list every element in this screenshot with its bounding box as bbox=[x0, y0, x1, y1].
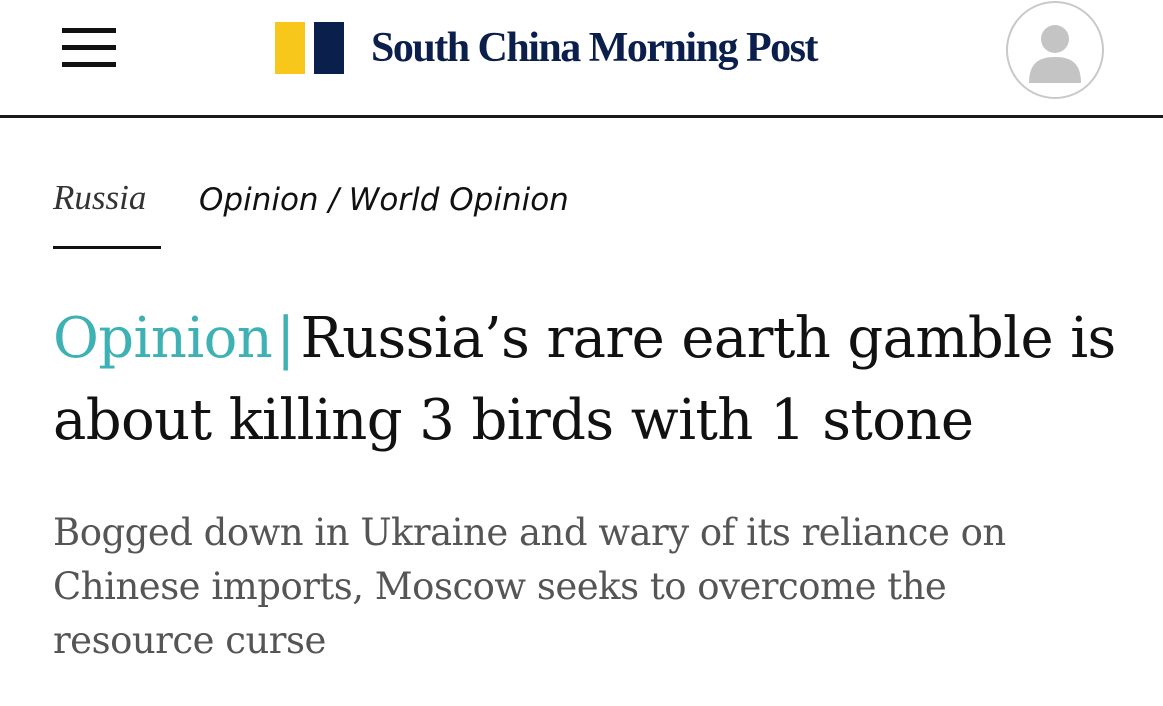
breadcrumb-subsection-link[interactable]: World Opinion bbox=[349, 182, 569, 218]
site-header: South China Morning Post bbox=[0, 0, 1163, 118]
breadcrumb-section-link[interactable]: Opinion bbox=[199, 182, 319, 218]
breadcrumb-separator: / bbox=[328, 182, 349, 218]
article-headline: Opinion| Russia’s rare earth gamble is ab… bbox=[53, 298, 1123, 462]
article-summary: Bogged down in Ukraine and wary of its r… bbox=[53, 511, 1006, 662]
topic-underline bbox=[53, 246, 161, 249]
opinion-label: Opinion bbox=[53, 306, 273, 371]
hamburger-menu-icon[interactable] bbox=[60, 24, 118, 72]
breadcrumb-topic-link[interactable]: Russia bbox=[53, 178, 146, 218]
brand-name: South China Morning Post bbox=[371, 25, 818, 71]
site-logo[interactable]: South China Morning Post bbox=[275, 22, 818, 74]
breadcrumb-section: Opinion / World Opinion bbox=[199, 182, 569, 218]
user-avatar-icon[interactable] bbox=[1006, 1, 1104, 99]
label-separator: | bbox=[276, 306, 295, 371]
logo-mark-icon bbox=[275, 22, 345, 74]
